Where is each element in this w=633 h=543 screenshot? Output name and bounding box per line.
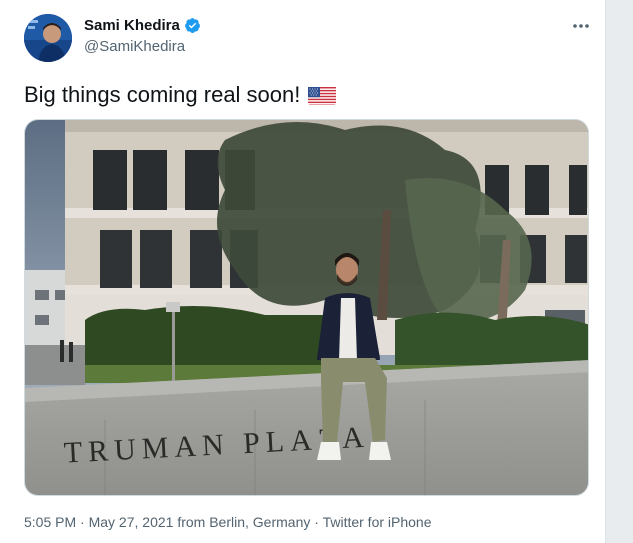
author-handle[interactable]: @SamiKhedira	[84, 38, 185, 55]
tweet-text: Big things coming real soon!	[24, 82, 301, 107]
author-name-row[interactable]: Sami Khedira	[84, 17, 201, 34]
tweet-meta: 5:05 PM · May 27, 2021 from Berlin, Germ…	[24, 514, 432, 530]
tweet-photo[interactable]: TRUMAN PLAZA	[24, 119, 589, 496]
us-flag-emoji	[308, 86, 337, 105]
author-name[interactable]: Sami Khedira	[84, 17, 180, 34]
verified-badge-icon	[184, 17, 201, 34]
meta-separator: ·	[76, 514, 89, 530]
tweet-text-row: Big things coming real soon!	[24, 82, 337, 108]
avatar[interactable]	[24, 14, 72, 62]
meta-separator: ·	[310, 514, 323, 530]
tweet-source-link[interactable]: Twitter for iPhone	[323, 514, 432, 530]
tweet-card: Sami Khedira @SamiKhedira Big things com…	[0, 0, 606, 543]
tweet-time-link[interactable]: 5:05 PM	[24, 514, 76, 530]
more-dots-icon[interactable]	[569, 14, 593, 38]
tweet-date-link[interactable]: May 27, 2021 from Berlin, Germany	[89, 514, 311, 530]
